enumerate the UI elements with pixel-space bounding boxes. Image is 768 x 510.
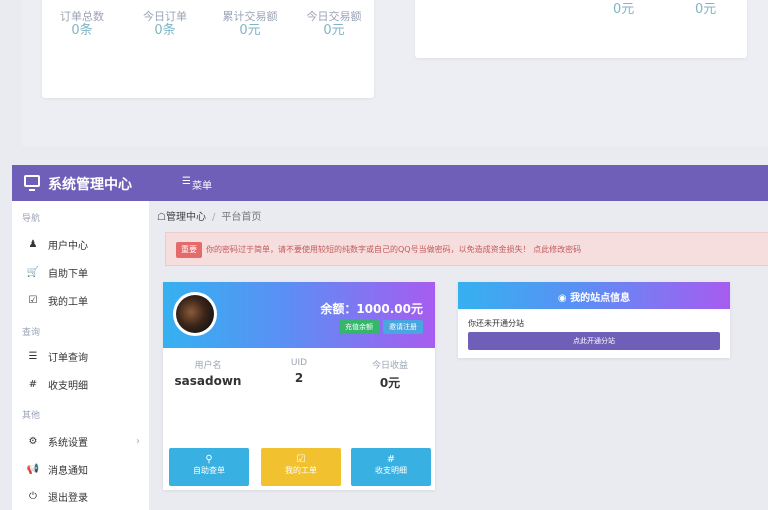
stat-label: 累计交易额 [222,10,278,23]
recharge-button[interactable]: 充值余额 [339,320,379,334]
avatar [173,292,217,336]
breadcrumb: ☖管理中心 / 平台首页 [157,208,261,223]
sidebar-section-title: 其他 [22,411,41,421]
checkbox-icon: ☑ [28,295,38,306]
stat-value: 0元 [379,376,401,390]
quick-button-label: 自助查单 [193,466,225,475]
user-card: 余额：1000.00元 充值余额 邀请注册 用户名 sasadown UID 2… [163,282,435,490]
cart-icon: 🛒 [26,267,40,278]
quick-income-button[interactable]: # 收支明细 [351,448,431,486]
stat-value: 0元 [239,23,261,38]
stat-value: 0元 [613,2,635,17]
sidebar-item-self-order[interactable]: 🛒 自助下单 [26,265,88,280]
balance-text: 余额：1000.00元 [320,302,423,316]
stat-value: 0条 [154,23,176,38]
stat-total-amount: 累计交易额 0元 [208,10,292,38]
monitor-icon [24,175,40,191]
sidebar-item-label: 我的工单 [48,297,88,308]
app-header: 系统管理中心 ☰ 菜单 [12,165,768,201]
home-icon: ☖ [157,212,166,223]
site-info-title: ◉ 我的站点信息 [458,289,730,304]
power-icon: ⏻ [29,491,37,502]
sidebar-item-income-detail[interactable]: # 收支明细 [26,377,88,392]
site-info-title-text: 我的站点信息 [570,293,631,304]
stat-value: 0元 [695,2,717,17]
sidebar-item-label: 用户中心 [48,241,88,252]
hash-icon: # [386,454,396,465]
sidebar-item-my-tickets[interactable]: ☑ 我的工单 [26,293,88,308]
app-title: 系统管理中心 [48,177,132,193]
sidebar-item-user-center[interactable]: ♟ 用户中心 [26,237,88,252]
breadcrumb-current: 平台首页 [221,212,262,223]
sidebar: 导航 ♟ 用户中心 🛒 自助下单 ☑ 我的工单 查询 ☰ 订单查询 # 收支明细… [12,201,149,510]
sidebar-section-title: 查询 [22,328,41,338]
user-stat-today-income: 今日收益 0元 [345,358,435,391]
invite-button[interactable]: 邀请注册 [383,320,423,334]
stat-label: 今日订单 [143,10,187,23]
stat-value: 0条 [71,23,93,38]
hash-icon: # [28,379,38,390]
site-info-card: ◉ 我的站点信息 你还未开通分站 点此开通分站 [458,282,730,358]
site-info-text: 你还未开通分站 [468,319,524,328]
sidebar-item-label: 系统设置 [48,438,88,449]
stat-today-amount: 今日交易额 0元 [292,10,376,38]
sidebar-item-label: 消息通知 [48,466,88,477]
bullhorn-icon: 📢 [26,464,40,475]
stat-today-orders: 今日订单 0条 [125,10,205,38]
alert-message[interactable]: 你的密码过于简单，请不要使用较短的纯数字或自己的QQ号当做密码，以免造成资金损失… [206,244,581,255]
sidebar-item-label: 订单查询 [48,353,88,364]
search-icon: ⚲ [205,454,213,465]
sidebar-section-title: 导航 [22,214,41,224]
list-icon: ☰ [28,351,38,362]
menu-button[interactable]: 菜单 [192,177,212,192]
menu-icon[interactable]: ☰ [182,177,191,187]
sidebar-item-order-query[interactable]: ☰ 订单查询 [26,349,88,364]
quick-button-label: 我的工单 [285,466,317,475]
user-stat-uid: UID 2 [254,358,344,385]
user-stat-username: 用户名 sasadown [163,358,253,388]
stat-label: 用户名 [194,361,222,371]
open-substation-button[interactable]: 点此开通分站 [468,332,720,350]
checkbox-icon: ☑ [296,454,306,465]
password-alert: 重要 你的密码过于简单，请不要使用较短的纯数字或自己的QQ号当做密码，以免造成资… [165,232,768,266]
stat-value: 2 [294,371,304,385]
settings-icon: ⚙ [28,436,38,447]
sidebar-item-notifications[interactable]: 📢 消息通知 [26,462,88,477]
stat-value: sasadown [174,374,242,388]
sidebar-item-settings[interactable]: ⚙ 系统设置 › [26,434,146,449]
sidebar-item-label: 退出登录 [48,493,88,504]
chevron-right-icon: › [136,436,140,447]
stats-card-right: 0元 0元 [415,0,747,58]
quick-tickets-button[interactable]: ☑ 我的工单 [261,448,341,486]
stat-value: 0元 [323,23,345,38]
user-icon: ♟ [28,239,38,250]
stats-card-left: 订单总数 0条 今日订单 0条 累计交易额 0元 今日交易额 0元 [42,0,374,98]
sidebar-item-logout[interactable]: ⏻ 退出登录 [26,489,88,504]
stat-label: UID [290,358,308,368]
breadcrumb-separator: / [211,212,216,223]
stat-label: 今日收益 [371,361,408,371]
avatar-image [176,295,214,333]
user-banner: 余额：1000.00元 充值余额 邀请注册 [163,282,435,348]
stat-label: 今日交易额 [306,10,362,23]
breadcrumb-home[interactable]: 管理中心 [166,212,206,223]
site-info-header: ◉ 我的站点信息 [458,282,730,309]
alert-badge: 重要 [176,242,202,258]
stat-label: 订单总数 [60,10,104,23]
sidebar-item-label: 收支明细 [48,381,88,392]
quick-button-label: 收支明细 [375,466,407,475]
sidebar-item-label: 自助下单 [48,269,88,280]
globe-icon: ◉ [557,293,567,304]
quick-query-button[interactable]: ⚲ 自助查单 [169,448,249,486]
stat-total-orders: 订单总数 0条 [42,10,122,38]
